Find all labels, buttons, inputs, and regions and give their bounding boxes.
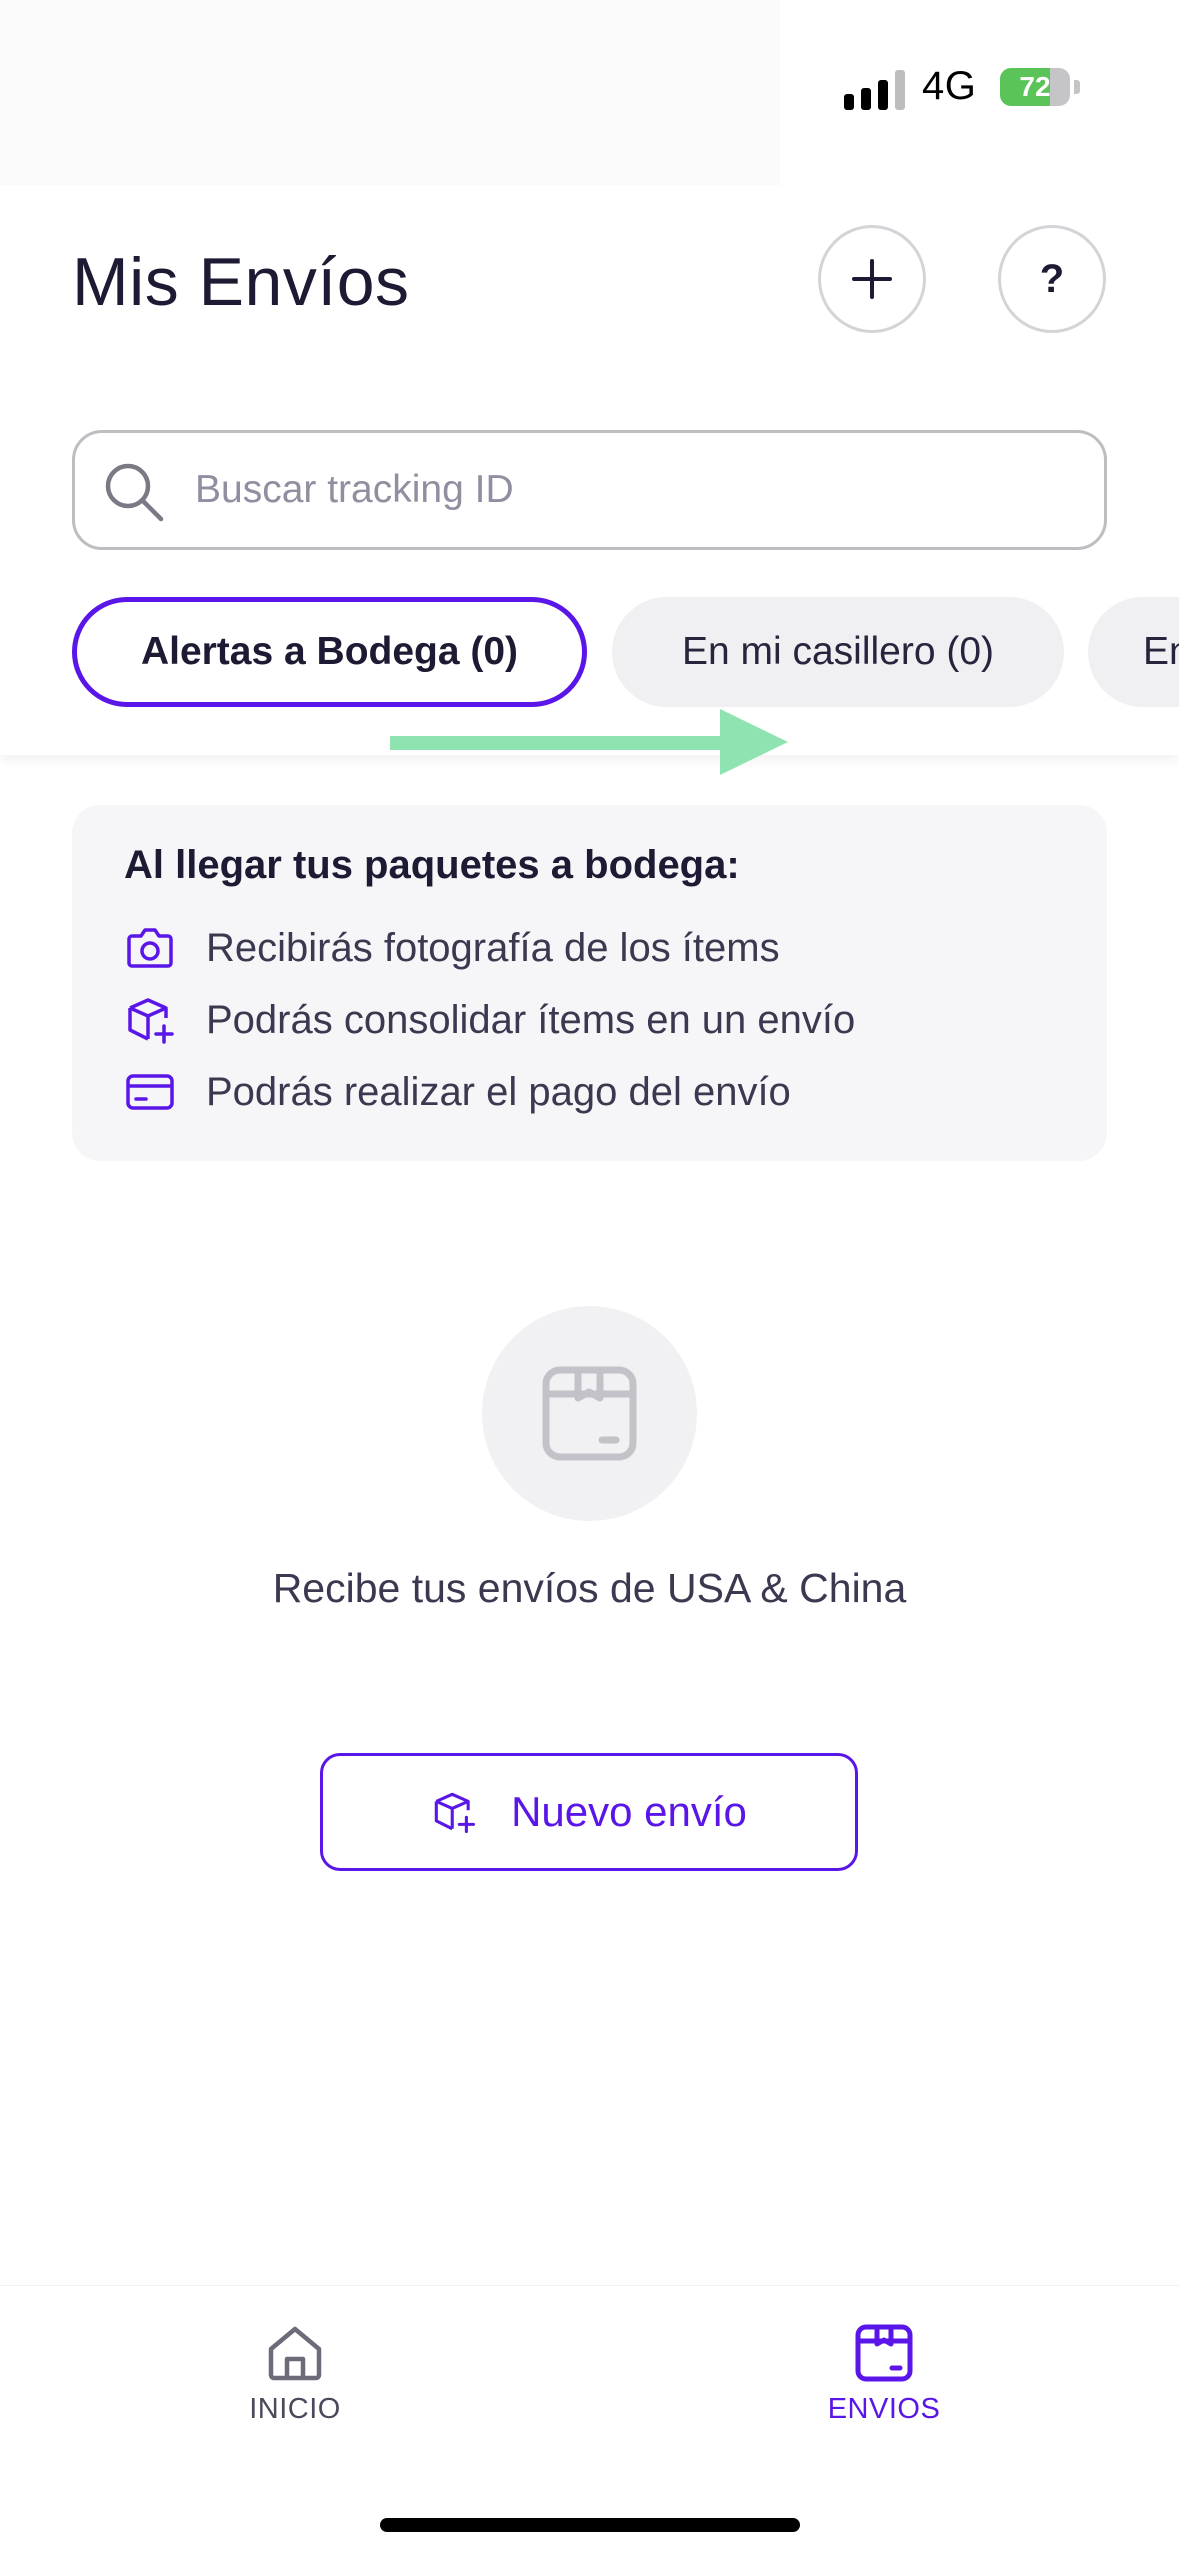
bottom-nav: INICIO ENVIOS (0, 2285, 1179, 2556)
status-bar: 4G 72 (0, 0, 1179, 185)
network-type: 4G (922, 64, 977, 108)
package-icon (542, 1366, 637, 1461)
credit-card-icon (126, 1074, 174, 1110)
search-icon (105, 463, 164, 522)
info-item-label: Podrás realizar el pago del envío (206, 1069, 791, 1114)
info-card: Al llegar tus paquetes a bodega: Recibir… (72, 805, 1107, 1161)
nav-item-inicio[interactable]: INICIO (175, 2321, 415, 2441)
info-item-photos: Recibirás fotografía de los ítems (124, 918, 780, 978)
tab-en-mi-casillero[interactable]: En mi casillero (0) (612, 597, 1064, 707)
home-indicator[interactable] (380, 2518, 800, 2532)
search-field[interactable] (72, 430, 1107, 550)
nav-item-label: ENVIOS (827, 2393, 941, 2425)
help-icon: ? (1039, 256, 1065, 301)
empty-state-illustration (482, 1306, 697, 1521)
battery-cap (1074, 80, 1080, 94)
info-card-title: Al llegar tus paquetes a bodega: (124, 843, 740, 887)
info-item-label: Podrás consolidar ítems en un envío (206, 997, 856, 1042)
battery-icon: 72 (1000, 68, 1070, 106)
info-item-payment: Podrás realizar el pago del envío (124, 1062, 791, 1122)
help-button[interactable]: ? (998, 225, 1106, 333)
box-plus-icon (128, 998, 174, 1044)
scroll-hint-arrow-icon (390, 709, 788, 775)
info-item-consolidate: Podrás consolidar ítems en un envío (124, 990, 855, 1050)
package-icon (855, 2324, 913, 2382)
search-input[interactable] (193, 433, 1073, 547)
home-icon (268, 2326, 322, 2381)
empty-state-text: Recibe tus envíos de USA & China (272, 1565, 907, 1611)
box-plus-icon (434, 1792, 476, 1834)
tab-alertas-a-bodega[interactable]: Alertas a Bodega (0) (72, 597, 587, 707)
new-shipment-label: Nuevo envío (511, 1788, 747, 1835)
page-title: Mis Envíos (72, 244, 410, 320)
battery-level: 72 (1019, 71, 1051, 102)
tab-partial-next[interactable]: En (1088, 597, 1179, 707)
info-item-label: Recibirás fotografía de los ítems (206, 925, 780, 970)
status-bar-left-area (0, 0, 780, 185)
cellular-signal-icon (844, 70, 906, 110)
camera-icon (127, 928, 173, 968)
header: Mis Envíos ? Alertas a Bodega (0) En mi … (0, 185, 1179, 775)
new-shipment-button[interactable]: Nuevo envío (320, 1753, 858, 1871)
plus-icon (852, 259, 892, 299)
nav-item-label: INICIO (249, 2393, 341, 2425)
nav-item-envios[interactable]: ENVIOS (764, 2321, 1004, 2441)
add-shipment-button[interactable] (818, 225, 926, 333)
app-screen: 4G 72 Mis Envíos ? Alertas a Bodega (0) (0, 0, 1179, 2556)
